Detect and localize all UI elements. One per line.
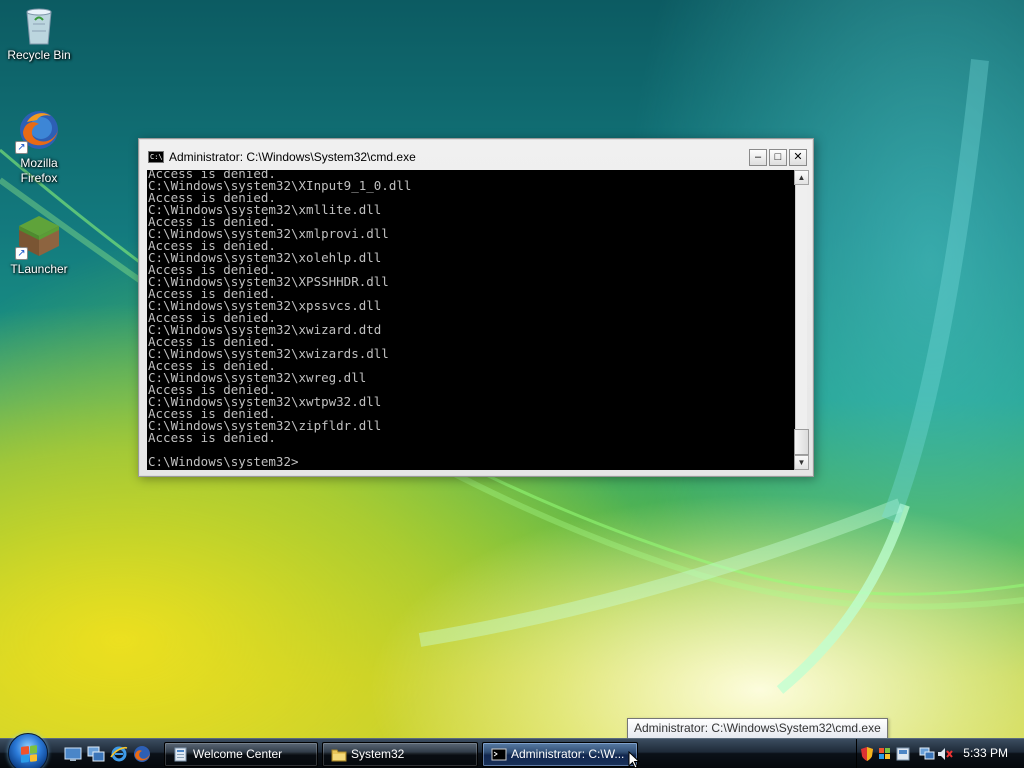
notification-area: 5:33 PM	[856, 739, 1024, 768]
console-text: Access is denied. C:\Windows\system32\XIn…	[147, 170, 411, 468]
vertical-scrollbar[interactable]: ▲ ▼	[794, 170, 809, 470]
firefox-icon: ↗	[15, 108, 61, 154]
switch-windows-icon[interactable]	[87, 745, 105, 763]
cmd-window[interactable]: C:\ Administrator: C:\Windows\System32\c…	[138, 138, 814, 477]
desktop-icon-tlauncher[interactable]: ↗ TLauncher	[1, 214, 77, 277]
cmd-icon: C:\	[148, 151, 164, 163]
clock[interactable]: 5:33 PM	[963, 746, 1008, 760]
desktop-icon-mozilla-firefox[interactable]: ↗ Mozilla Firefox	[1, 108, 77, 186]
windows-logo-icon	[21, 745, 37, 763]
start-button[interactable]	[8, 733, 48, 768]
welcome-center-icon	[174, 747, 187, 762]
taskbar-button-cmd[interactable]: Administrator: C:\W...	[482, 742, 638, 767]
taskbar-button-label: Welcome Center	[193, 747, 283, 761]
desktop-icon-label: TLauncher	[10, 262, 68, 276]
volume-muted-icon[interactable]	[937, 746, 953, 762]
console-line: C:\Windows\system32>	[148, 454, 299, 469]
desktop-icon-recycle-bin[interactable]: Recycle Bin	[1, 4, 77, 63]
security-shield-icon[interactable]	[859, 746, 875, 762]
firefox-icon[interactable]	[133, 745, 151, 763]
taskbar-button-system32[interactable]: System32	[322, 742, 478, 767]
show-desktop-icon[interactable]	[64, 745, 82, 763]
taskbar: Welcome Center System32 Administrator: C…	[0, 733, 1024, 768]
console-output[interactable]: Access is denied. C:\Windows\system32\XIn…	[147, 170, 795, 470]
minecraft-grass-block-icon: ↗	[15, 214, 61, 260]
taskbar-button-label: Administrator: C:\W...	[511, 747, 625, 761]
windows-flag-icon[interactable]	[895, 746, 911, 762]
taskbar-tooltip: Administrator: C:\Windows\System32\cmd.e…	[627, 718, 888, 739]
console-line: Access is denied.	[148, 430, 276, 445]
minimize-button[interactable]: –	[749, 148, 767, 166]
scroll-up-arrow-icon[interactable]: ▲	[794, 170, 809, 185]
mouse-cursor-icon	[628, 751, 640, 768]
internet-explorer-icon[interactable]	[110, 745, 128, 763]
recycle-bin-icon	[19, 4, 59, 45]
desktop-icon-label: Mozilla	[20, 156, 58, 170]
taskbar-button-welcome-center[interactable]: Welcome Center	[164, 742, 318, 767]
windows-update-icon[interactable]	[877, 746, 893, 762]
scroll-down-arrow-icon[interactable]: ▼	[794, 455, 809, 470]
cmd-titlebar[interactable]: C:\ Administrator: C:\Windows\System32\c…	[145, 147, 807, 167]
close-button[interactable]: ✕	[789, 148, 807, 166]
maximize-button[interactable]: □	[769, 148, 787, 166]
folder-icon	[331, 749, 347, 762]
shortcut-arrow-icon: ↗	[15, 141, 28, 154]
cmd-icon	[491, 748, 507, 761]
scroll-thumb[interactable]	[794, 429, 809, 455]
desktop-icon-label: Firefox	[20, 171, 58, 185]
shortcut-arrow-icon: ↗	[15, 247, 28, 260]
desktop-icon-label: Recycle Bin	[7, 48, 71, 62]
window-title: Administrator: C:\Windows\System32\cmd.e…	[169, 150, 416, 164]
taskbar-button-label: System32	[351, 747, 405, 761]
network-icon[interactable]	[919, 746, 935, 762]
